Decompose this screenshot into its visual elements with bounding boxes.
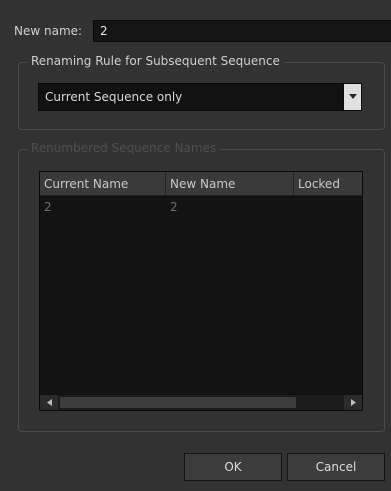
- renaming-rule-title: Renaming Rule for Subsequent Sequence: [27, 54, 284, 68]
- cancel-button[interactable]: Cancel: [287, 453, 385, 481]
- arrow-right-icon[interactable]: [344, 395, 362, 410]
- table-header: Current Name New Name Locked: [40, 172, 362, 196]
- column-header-current-name[interactable]: Current Name: [40, 172, 166, 196]
- new-name-input[interactable]: [93, 20, 391, 42]
- rename-dialog: New name: Renaming Rule for Subsequent S…: [0, 0, 391, 491]
- ok-button[interactable]: OK: [184, 453, 282, 481]
- table-row[interactable]: 2 2: [40, 196, 362, 218]
- renumbered-names-title: Renumbered Sequence Names: [27, 141, 221, 155]
- arrow-left-icon[interactable]: [40, 395, 58, 410]
- new-name-row: New name:: [14, 20, 94, 42]
- renumbered-names-group: Renumbered Sequence Names Current Name N…: [18, 141, 385, 432]
- renaming-rule-group: Renaming Rule for Subsequent Sequence Cu…: [18, 54, 385, 130]
- scrollbar-thumb[interactable]: [60, 397, 296, 408]
- renaming-rule-value: Current Sequence only: [45, 90, 183, 104]
- table-body: 2 2: [40, 196, 362, 218]
- new-name-label: New name:: [14, 24, 83, 38]
- horizontal-scrollbar[interactable]: [40, 394, 362, 410]
- chevron-down-icon[interactable]: [343, 84, 361, 110]
- renaming-rule-select[interactable]: Current Sequence only: [38, 83, 362, 111]
- cell-new-name: 2: [170, 200, 178, 214]
- cell-current-name: 2: [44, 200, 52, 214]
- renumbered-table[interactable]: Current Name New Name Locked 2 2: [39, 171, 363, 411]
- column-header-new-name[interactable]: New Name: [166, 172, 294, 196]
- column-header-locked[interactable]: Locked: [294, 172, 362, 196]
